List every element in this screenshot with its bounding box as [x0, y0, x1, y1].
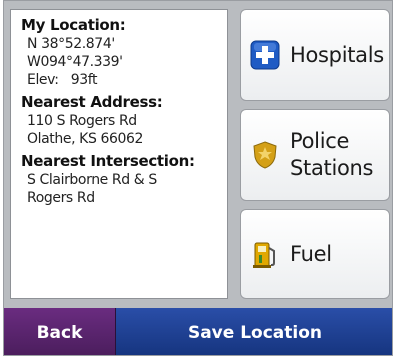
save-location-label: Save Location	[187, 322, 323, 343]
intersection-line-2: Rogers Rd	[27, 190, 95, 206]
fuel-label: Fuel	[290, 241, 332, 266]
where-am-i-screen: My Location: N 38°52.874' W094°47.339' E…	[3, 0, 393, 356]
police-stations-label: Police Stations	[290, 128, 374, 182]
my-location-heading: My Location:	[21, 16, 126, 34]
latitude-text: N 38°52.874'	[27, 36, 115, 52]
police-label-line-2: Stations	[290, 156, 374, 180]
address-line-1: 110 S Rogers Rd	[27, 113, 137, 129]
hospitals-button[interactable]: Hospitals	[240, 9, 390, 101]
fuel-button[interactable]: Fuel	[240, 209, 390, 299]
longitude-text: W094°47.339'	[27, 54, 123, 70]
hospital-cross-icon	[250, 40, 280, 70]
hospitals-label: Hospitals	[290, 42, 384, 67]
location-info-panel: My Location: N 38°52.874' W094°47.339' E…	[10, 9, 228, 299]
nearest-intersection-heading: Nearest Intersection:	[21, 152, 195, 170]
address-line-2: Olathe, KS 66062	[27, 131, 144, 147]
elevation-text: Elev: 93ft	[27, 72, 98, 88]
back-button[interactable]: Back	[4, 308, 116, 355]
bottom-bar: Back Save Location	[4, 308, 392, 355]
police-badge-icon	[250, 140, 280, 170]
back-button-label: Back	[36, 322, 83, 343]
save-location-button[interactable]: Save Location	[116, 308, 392, 355]
fuel-pump-icon	[250, 239, 280, 269]
police-label-line-1: Police	[290, 129, 350, 153]
nearest-address-heading: Nearest Address:	[21, 93, 163, 111]
intersection-line-1: S Clairborne Rd & S	[27, 172, 157, 188]
police-stations-button[interactable]: Police Stations	[240, 109, 390, 201]
